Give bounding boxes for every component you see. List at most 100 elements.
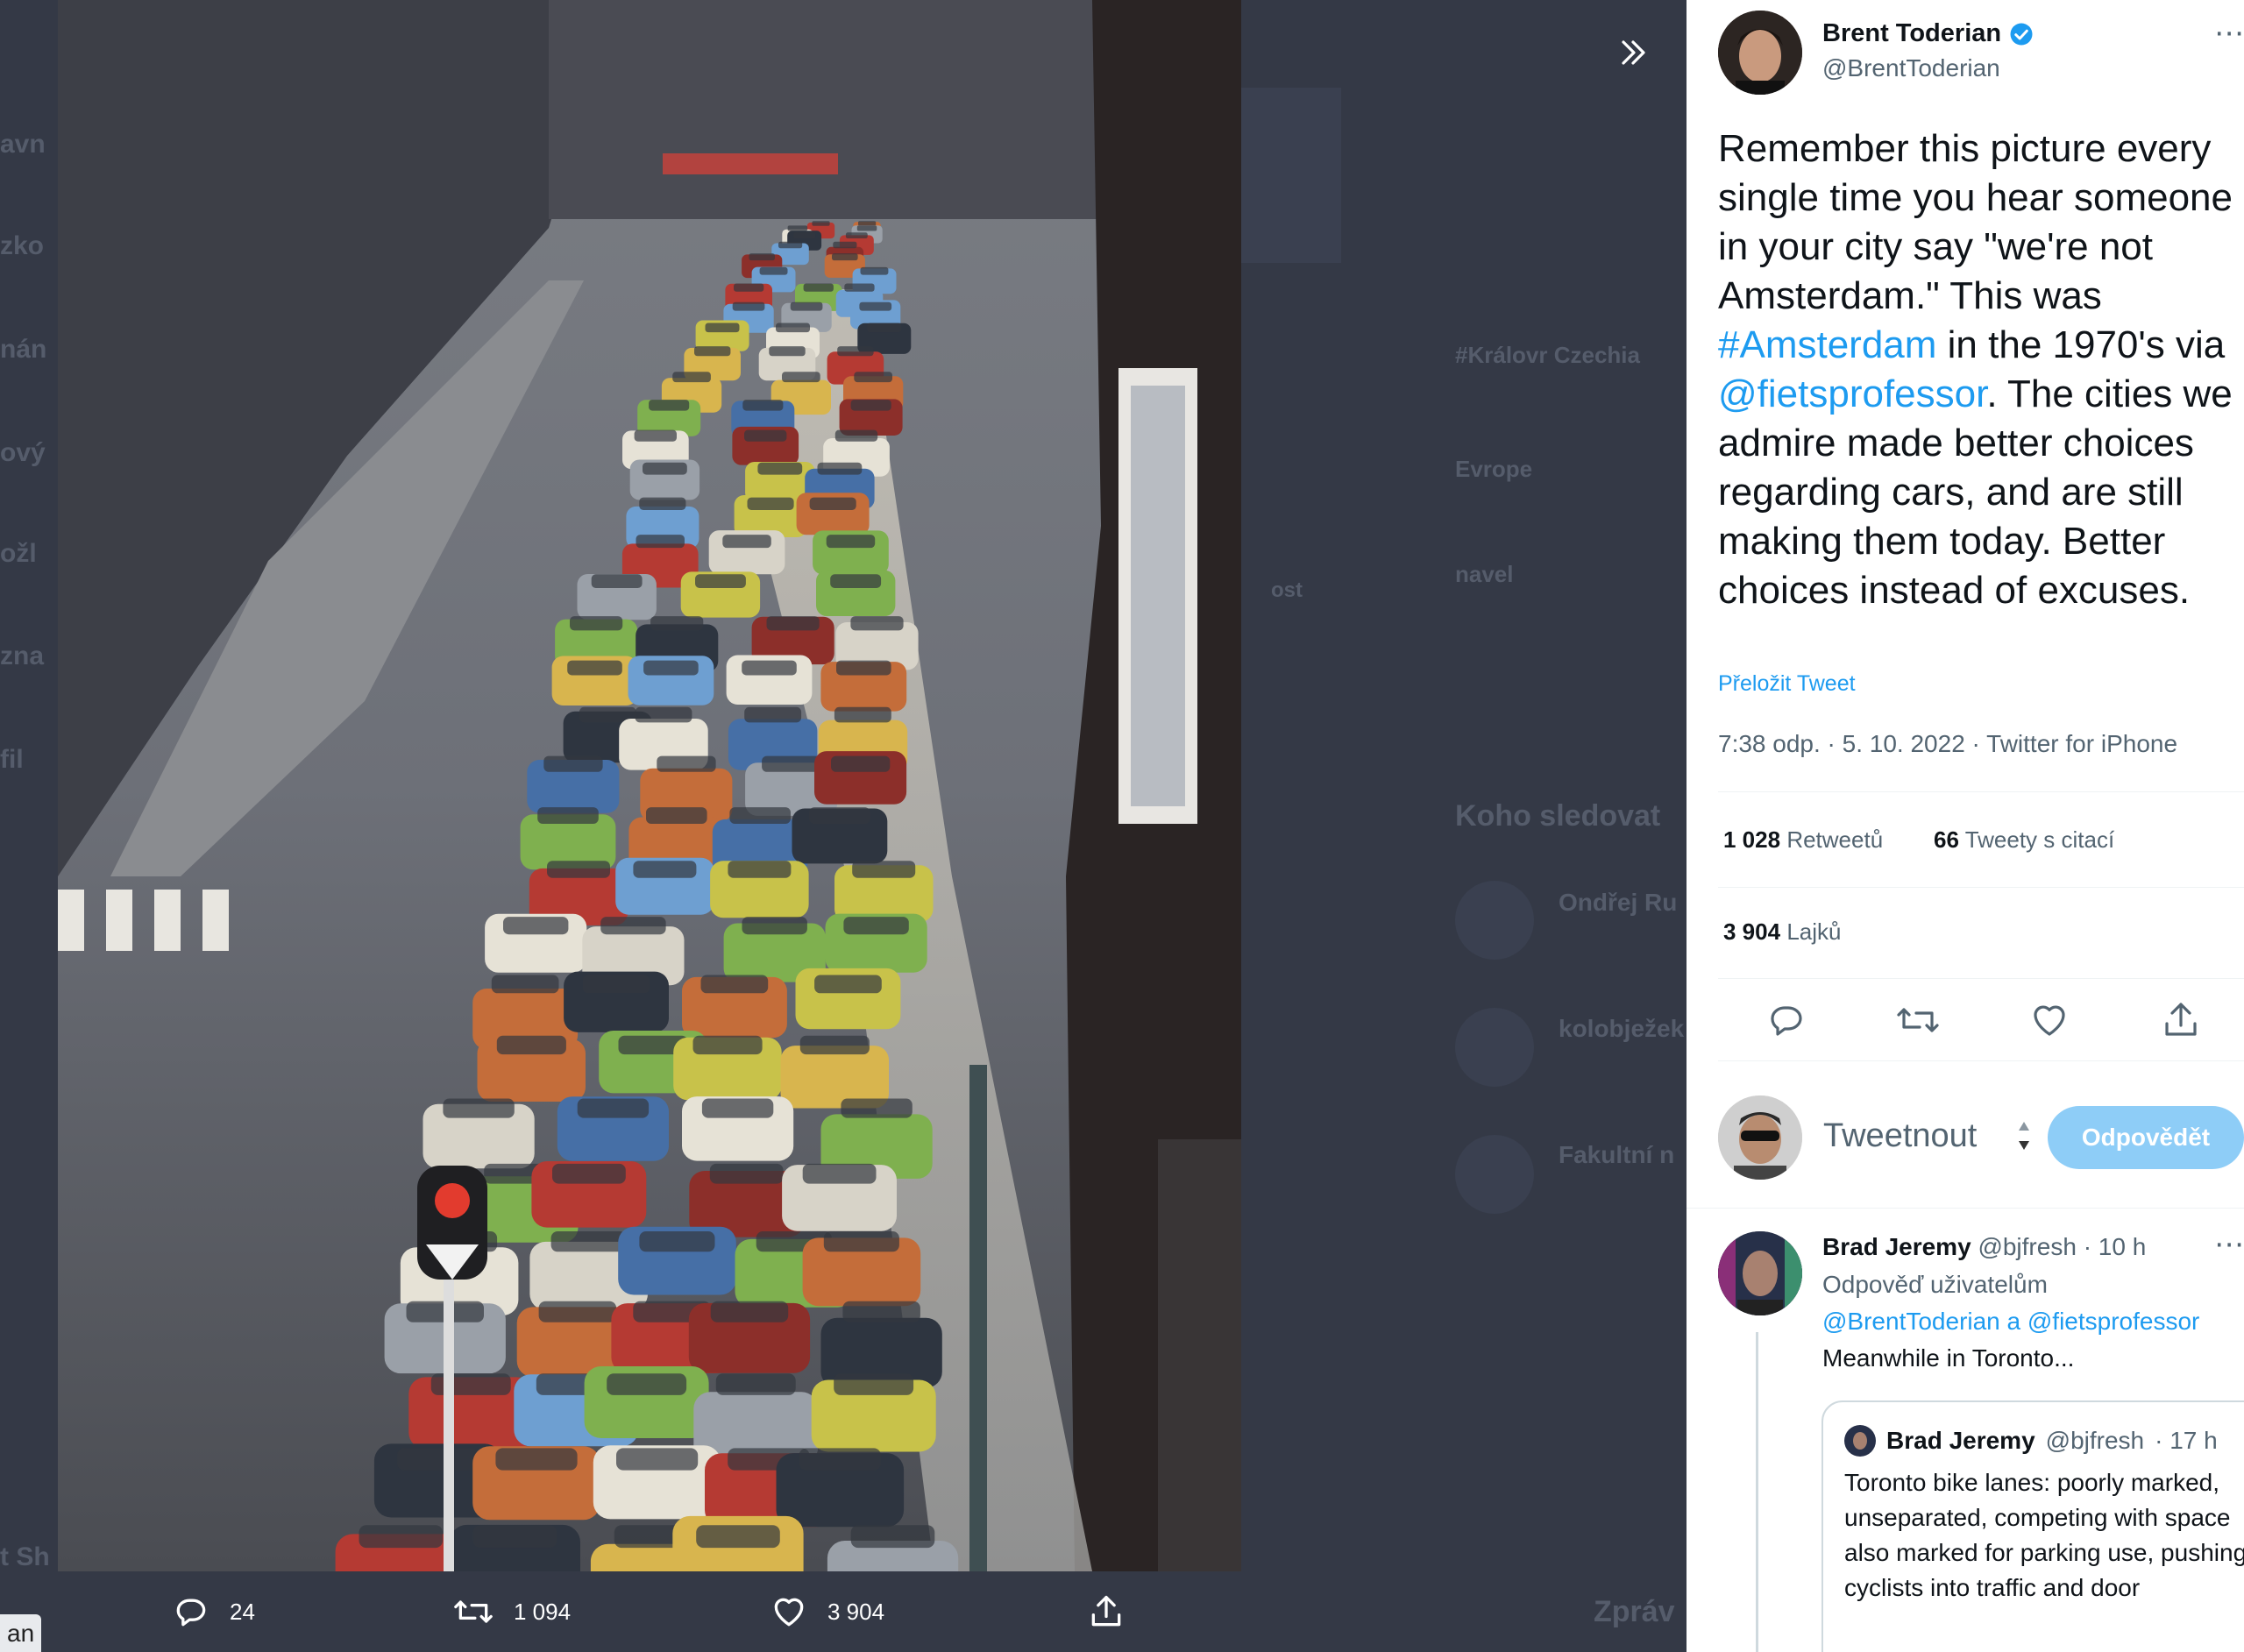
photo-car-window [537, 807, 599, 824]
photo-car-window [809, 497, 856, 510]
photo-car-window [607, 1373, 687, 1395]
background-text: kolobježek [1559, 1015, 1685, 1042]
photo-car-window [859, 301, 892, 311]
media-reply-button[interactable]: 24 [172, 1591, 255, 1633]
photo-car-window [809, 807, 870, 824]
tweet-photo[interactable] [58, 0, 1241, 1571]
reply-more-options-icon[interactable]: ⋯ [2214, 1227, 2244, 1262]
photo-car-window [867, 323, 902, 333]
translate-tweet-link[interactable]: Přeložit Tweet [1718, 671, 1856, 697]
background-text: ost [1271, 578, 1303, 602]
reply-compose-input[interactable]: Tweetnout [1823, 1117, 1977, 1155]
share-button[interactable] [2160, 999, 2202, 1041]
photo-car-window [778, 241, 803, 249]
media-like-button[interactable]: 3 904 [770, 1591, 884, 1633]
likes-stat[interactable]: 3 904 Lajků [1723, 918, 1841, 946]
background-text: navel [1455, 561, 1514, 587]
author-name-row[interactable]: Brent Toderian [1822, 19, 2035, 48]
photo-car-window [715, 1373, 796, 1395]
reply-mentions-link[interactable]: @BrentToderian a @fietsprofessor [1822, 1308, 2199, 1336]
photo-car-window [817, 462, 863, 475]
quoted-author-name: Brad Jeremy [1886, 1427, 2035, 1454]
reply-submit-button[interactable]: Odpovědět [2048, 1106, 2244, 1169]
hashtag-link[interactable]: #Amsterdam [1718, 323, 1936, 366]
quoted-tweet-card[interactable]: Brad Jeremy @bjfresh · 17 h Toronto bike… [1821, 1400, 2244, 1652]
more-options-icon[interactable]: ⋯ [2214, 16, 2244, 51]
photo-car-window [833, 241, 857, 249]
heart-icon [2034, 1005, 2065, 1036]
background-text: zna [0, 642, 45, 670]
quoted-tweet-text: Toronto bike lanes: poorly marked, unsep… [1844, 1469, 2244, 1601]
photo-car-window [834, 1373, 914, 1395]
up-down-arrows-icon [2019, 1122, 2029, 1150]
photo-car-window [856, 225, 877, 231]
reply-icon [1771, 1006, 1802, 1036]
photo-car-window [834, 706, 891, 723]
reply-button[interactable] [1765, 999, 1807, 1041]
photo-car-window [832, 253, 858, 261]
author-handle[interactable]: @BrentToderian [1822, 54, 2000, 82]
divider [1687, 1208, 2244, 1209]
share-icon [2165, 1003, 2197, 1036]
photo-car-window [803, 283, 834, 292]
author-photo [1718, 11, 1802, 95]
photo-car-window [634, 429, 677, 442]
reply-author-avatar[interactable] [1718, 1231, 1802, 1315]
photo-car-window [734, 283, 764, 292]
photo-car-window [430, 1373, 511, 1395]
quotes-stat[interactable]: 66 Tweety s citací [1934, 826, 2114, 854]
photo-car-window [643, 660, 699, 676]
background-text: Koho sledovat [1455, 799, 1661, 833]
retweet-button[interactable] [1895, 999, 1939, 1041]
current-user-avatar[interactable] [1718, 1095, 1802, 1180]
photo-car-window [830, 574, 882, 588]
tweet-detail-panel: Brent Toderian @BrentToderian ⋯ Remember… [1687, 0, 2244, 1652]
quoted-author-avatar [1844, 1425, 1876, 1457]
scroll-stepper[interactable] [2013, 1113, 2035, 1159]
photo-car-window [799, 1035, 870, 1055]
author-avatar[interactable] [1718, 11, 1802, 95]
photo-car-window [793, 232, 816, 238]
photo-car-window [826, 535, 876, 549]
divider [1718, 887, 2244, 888]
collapse-panel-button[interactable] [1599, 18, 1669, 88]
photo-car-window [577, 1098, 650, 1118]
photo-car-window [722, 535, 771, 549]
background-text: zko [0, 231, 45, 260]
photo-car-window [814, 975, 882, 994]
photo-car-window [845, 232, 868, 238]
photo-car-window [496, 1035, 566, 1055]
media-share-button[interactable] [1087, 1591, 1126, 1633]
photo-car-window [744, 429, 787, 442]
photo-car-window [850, 616, 904, 631]
like-button[interactable] [2028, 999, 2070, 1041]
background-text: nán [0, 335, 47, 364]
photo-car-window [858, 221, 877, 226]
photo-car-window [397, 1448, 479, 1471]
photo-car-window [701, 1098, 774, 1118]
photo-car-window [837, 346, 874, 357]
photo-car-window [854, 372, 892, 383]
author-name: Brent Toderian [1822, 19, 2002, 47]
mention-link[interactable]: @fietsprofessor [1718, 372, 1986, 415]
photo-car-window [635, 706, 692, 723]
photo-car-window [694, 346, 731, 357]
quoted-tweet-header: Brad Jeremy @bjfresh · 17 h [1844, 1425, 2218, 1457]
heart-icon [774, 1598, 804, 1627]
media-retweet-button[interactable]: 1 094 [452, 1591, 571, 1633]
background-text: Fakultní n [1559, 1141, 1675, 1168]
photo-car-window [657, 755, 716, 772]
photo-car-window [633, 861, 697, 878]
tweet-timestamp[interactable]: 7:38 odp. · 5. 10. 2022 · Twitter for iP… [1718, 730, 2177, 758]
reply-author-row[interactable]: Brad Jeremy @bjfresh · 10 h [1822, 1233, 2146, 1261]
photo-car-window [710, 1301, 789, 1322]
likes-count: 3 904 [1723, 918, 1781, 945]
photo-car-window [802, 1163, 877, 1184]
photo-car-window [728, 861, 792, 878]
background-card [1236, 88, 1341, 263]
photo-car-window [503, 917, 569, 935]
verified-badge-icon [2010, 23, 2033, 45]
retweets-stat[interactable]: 1 028 Retweetů [1723, 826, 1883, 854]
photo-car-window [600, 917, 666, 935]
photo-car-window [692, 1035, 763, 1055]
